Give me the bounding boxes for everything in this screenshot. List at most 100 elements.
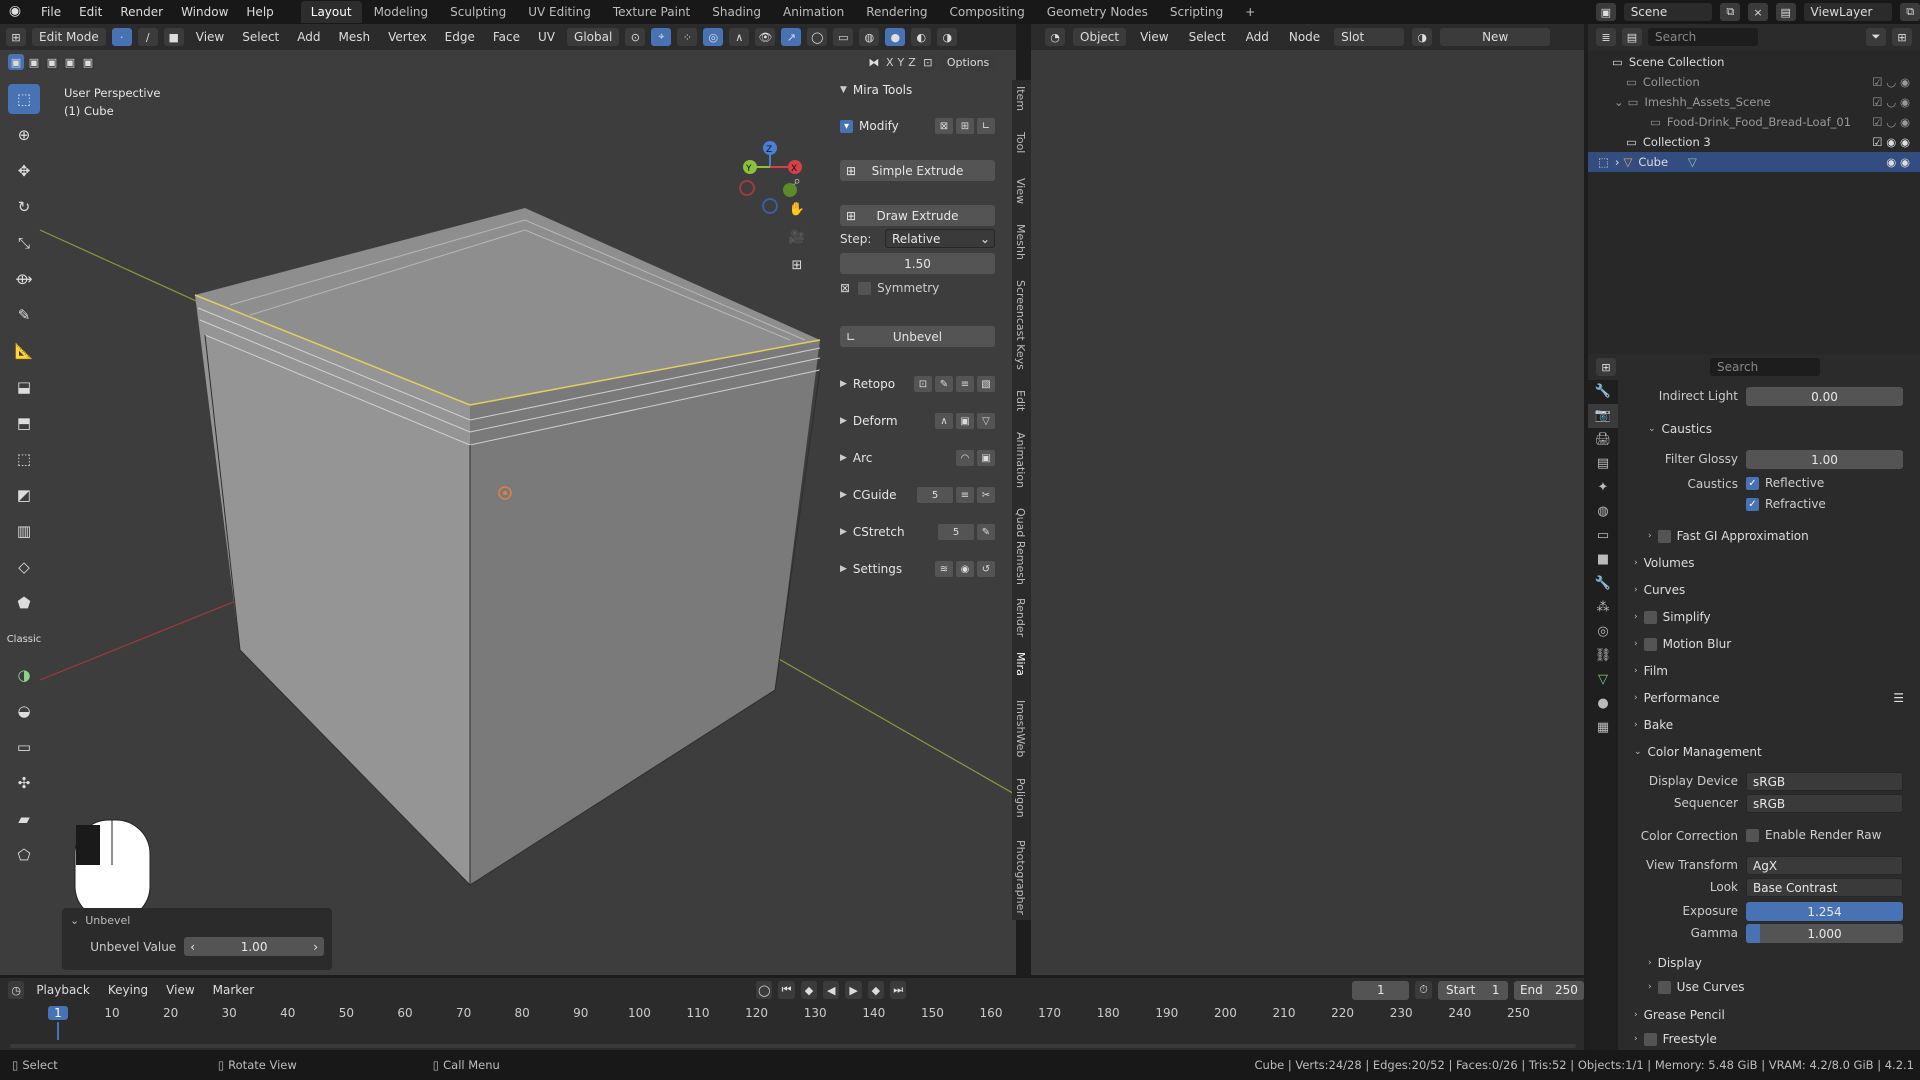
clock-icon[interactable]: ⏱ — [1415, 981, 1432, 999]
curve-icon[interactable]: ∧ — [935, 413, 953, 429]
mirror-z[interactable]: Z — [908, 56, 916, 69]
fast-gi-checkbox[interactable] — [1657, 529, 1671, 543]
caustics-section[interactable]: ⌄ Caustics — [1648, 422, 1712, 436]
checkbox-icon[interactable] — [1746, 828, 1759, 842]
viewlayer-icon[interactable]: ▤ — [1775, 3, 1796, 21]
camera-icon[interactable]: 🎥 — [786, 226, 808, 248]
performance-section[interactable]: › Performance ☰ — [1634, 691, 1904, 705]
auto-merge-icon[interactable]: ⊡ — [919, 54, 936, 71]
arc-icon[interactable]: ◠ — [956, 450, 974, 466]
jump-end-icon[interactable]: ⏭ — [890, 981, 907, 999]
new-collection-icon[interactable]: ⊞ — [1892, 28, 1912, 46]
tab-scripting[interactable]: Scripting — [1160, 1, 1233, 23]
symmetry-checkbox[interactable] — [858, 281, 872, 295]
modify-opt2-icon[interactable]: ⊞ — [956, 118, 974, 134]
editor-type-icon[interactable]: ◷ — [8, 981, 25, 999]
new-viewlayer-icon[interactable]: ⧉ — [1900, 3, 1920, 21]
display-device-dropdown[interactable]: sRGB — [1746, 772, 1903, 791]
sequencer-dropdown[interactable]: sRGB — [1746, 794, 1903, 813]
next-keyframe-icon[interactable]: ◆ — [867, 981, 885, 999]
particles-tab-icon[interactable]: ⁂ — [1588, 596, 1618, 620]
mira-cstretch-section[interactable]: ▶ CStretch 5 ✎ — [840, 520, 995, 544]
menu-add[interactable]: Add — [291, 30, 326, 44]
list-icon[interactable]: ☰ — [1893, 691, 1904, 705]
edge-slide-tool-icon[interactable]: ▭ — [8, 732, 40, 762]
physics-tab-icon[interactable]: ◎ — [1588, 620, 1618, 644]
texture-tab-icon[interactable]: ▦ — [1588, 716, 1618, 740]
shading-wireframe-icon[interactable]: ◍ — [859, 28, 880, 46]
render-tab-icon[interactable]: 📷 — [1588, 404, 1618, 428]
play-icon[interactable]: ▶ — [845, 981, 862, 999]
current-frame-field[interactable]: 1 — [1352, 980, 1410, 1000]
mira-deform-section[interactable]: ▶ Deform ∧ ▣ ▽ — [840, 409, 995, 433]
select-subtract-icon[interactable]: ▣ — [44, 54, 60, 70]
color-management-section[interactable]: ⌄ Color Management — [1634, 745, 1762, 759]
shading-rendered-icon[interactable]: ◑ — [937, 28, 958, 46]
outliner-search-input[interactable]: Search — [1648, 28, 1758, 46]
add-workspace-icon[interactable]: + — [1235, 1, 1265, 23]
material-icon[interactable]: ◑ — [1412, 28, 1433, 46]
tab-texture-paint[interactable]: Texture Paint — [603, 1, 700, 23]
checkbox-icon[interactable]: ☑ ◉ ◉ — [1872, 135, 1910, 149]
motion-blur-checkbox[interactable] — [1643, 637, 1657, 651]
play-reverse-icon[interactable]: ◀ — [823, 981, 840, 999]
pencil-icon[interactable]: ✎ — [935, 376, 953, 392]
scene-tab-icon[interactable]: ✦ — [1588, 476, 1618, 500]
editor-type-icon[interactable]: ⊞ — [6, 28, 26, 46]
refractive-toggle[interactable]: ✓ Refractive — [1746, 497, 1826, 511]
tab-geometry-nodes[interactable]: Geometry Nodes — [1037, 1, 1158, 23]
shading-solid-icon[interactable]: ● — [885, 28, 906, 46]
mira-retopo-section[interactable]: ▶ Retopo ⊡ ✎ ≡ ▧ — [840, 372, 995, 396]
snap-target-icon[interactable]: ⁘ — [677, 28, 698, 46]
menu-window[interactable]: Window — [172, 5, 237, 19]
checkbox-checked-icon[interactable]: ✓ — [1746, 476, 1759, 490]
mirror-x[interactable]: X — [886, 56, 894, 69]
gizmo-icon[interactable]: ↗ — [781, 28, 802, 46]
properties-search-input[interactable]: Search — [1710, 358, 1820, 376]
snap-icon[interactable]: ⌖ — [651, 28, 672, 46]
transform-tool-icon[interactable]: ⟴ — [8, 264, 40, 294]
mira-arc-section[interactable]: ▶ Arc ◠ ▣ — [840, 446, 995, 470]
mira-modify-header[interactable]: ▾ Modify ⊠ ⊞ ∟ — [840, 114, 995, 138]
bevel-tool-icon[interactable]: ◩ — [8, 480, 40, 510]
scene-icon[interactable]: ▣ — [1596, 3, 1616, 21]
tab-quad-remesh[interactable]: Quad Remesh — [1014, 508, 1027, 585]
box-icon[interactable]: ▣ — [956, 413, 974, 429]
editor-type-icon[interactable]: ≣ — [1596, 28, 1616, 46]
keying-menu[interactable]: Keying — [102, 983, 154, 997]
tab-rendering[interactable]: Rendering — [856, 1, 937, 23]
modify-opt1-icon[interactable]: ⊠ — [935, 118, 953, 134]
checkbox-icon[interactable]: ☑ ◡ ◉ — [1872, 115, 1910, 129]
tab-render[interactable]: Render — [1014, 598, 1027, 637]
step-dropdown[interactable]: Relative ⌄ — [885, 229, 995, 248]
outliner-row-imeshh-assets[interactable]: ⌄ ▭ Imeshh_Assets_Scene ☑ ◡ ◉ — [1588, 92, 1920, 112]
menu-view[interactable]: View — [190, 30, 230, 44]
retopo-icon[interactable]: ⊡ — [914, 376, 932, 392]
pencil-icon[interactable]: ✎ — [977, 524, 995, 540]
mira-tools-header[interactable]: ▼ Mira Tools — [840, 78, 995, 102]
material-tab-icon[interactable]: ● — [1588, 692, 1618, 716]
proportional-edit-icon[interactable]: ◎ — [703, 28, 724, 46]
edit-mode-icon[interactable]: ⬚ — [1598, 155, 1609, 169]
select-new-icon[interactable]: ▣ — [8, 54, 24, 70]
loop-cut-tool-icon[interactable]: ▥ — [8, 516, 40, 546]
checkbox-icon[interactable]: ☑ ◡ ◉ — [1872, 75, 1910, 89]
sliders-icon[interactable]: ≋ — [935, 561, 953, 577]
tab-compositing[interactable]: Compositing — [939, 1, 1034, 23]
use-curves-checkbox[interactable] — [1657, 980, 1671, 994]
vertex-select-icon[interactable]: · — [111, 28, 132, 46]
world-tab-icon[interactable]: ◍ — [1588, 500, 1618, 524]
slot-dropdown[interactable]: Slot — [1334, 28, 1405, 46]
transform-orientation-dropdown[interactable]: Global — [567, 28, 620, 46]
chevron-down-icon[interactable]: ⌄ — [1614, 95, 1624, 109]
cguide-count-field[interactable]: 5 — [917, 487, 953, 503]
node-menu-view[interactable]: View — [1134, 30, 1174, 44]
edge-select-icon[interactable]: ∕ — [137, 28, 158, 46]
shear-tool-icon[interactable]: ▰ — [8, 804, 40, 834]
close-scene-icon[interactable]: × — [1748, 3, 1768, 21]
new-material-button[interactable]: New — [1440, 28, 1551, 46]
menu-file[interactable]: File — [32, 5, 70, 19]
blender-logo-icon[interactable]: ◉ — [6, 3, 24, 21]
exposure-slider[interactable]: 1.254 — [1746, 902, 1903, 921]
outliner-row-scene-collection[interactable]: ▭ Scene Collection — [1588, 52, 1920, 72]
